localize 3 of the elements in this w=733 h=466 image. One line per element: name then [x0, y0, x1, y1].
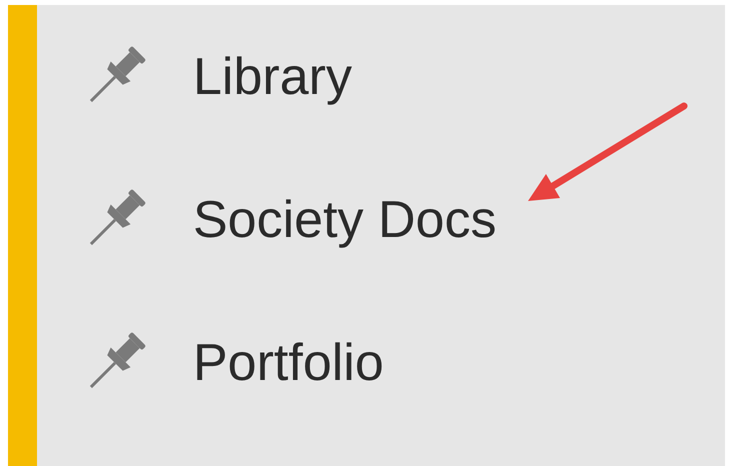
pinned-item-link[interactable]: Library	[193, 50, 352, 102]
pinned-item-link[interactable]: Society Docs	[193, 194, 496, 246]
pinned-item-link[interactable]: Portfolio	[193, 336, 384, 388]
